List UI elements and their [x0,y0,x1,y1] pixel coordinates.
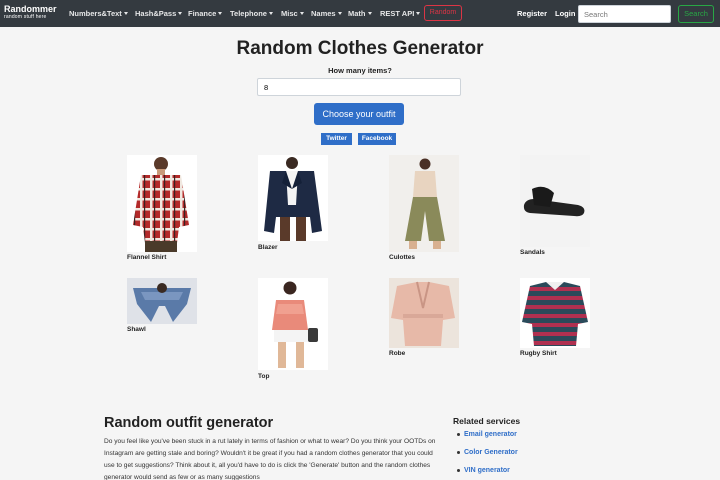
search-button[interactable]: Search [678,5,714,23]
sandals-image [520,155,590,247]
culottes-image [389,155,459,252]
article-body: Do you feel like you've been stuck in a … [104,438,436,480]
nav-misc[interactable]: Misc [281,9,304,18]
item-label: Robe [389,350,406,357]
item-label: Top [258,373,270,380]
item-label: Culottes [389,254,415,261]
register-link[interactable]: Register [517,9,547,18]
nav-finance[interactable]: Finance [188,9,222,18]
choose-outfit-button[interactable]: Choose your outfit [314,103,404,125]
item-label: Blazer [258,244,278,251]
navbar: Randommer random stuff here Numbers&Text… [0,0,720,27]
clothing-item: Rugby Shirt [520,278,600,363]
nav-telephone[interactable]: Telephone [230,9,273,18]
shawl-image [127,278,197,324]
item-label: Flannel Shirt [127,254,167,261]
nav-math[interactable]: Math [348,9,372,18]
clothing-item: Sandals [520,155,600,260]
blazer-image [258,155,328,241]
search-input[interactable] [578,5,671,23]
robe-image [389,278,459,348]
brand-name: Randommer [4,4,57,14]
item-label: Rugby Shirt [520,350,557,357]
clothing-item: Robe [389,278,469,363]
clothing-item: Flannel Shirt [127,155,207,265]
related-link-email-generator[interactable]: Email generator [457,431,517,438]
page-title: Random Clothes Generator [236,38,484,59]
clothing-item: Culottes [389,155,469,265]
brand-logo[interactable]: Randommer random stuff here [4,5,57,20]
flannel-shirt-image [127,155,197,252]
article-title: Random outfit generator [104,415,274,431]
item-label: Sandals [520,249,545,256]
related-link-vin-generator[interactable]: VIN generator [457,467,510,474]
nav-numbers-text[interactable]: Numbers&Text [69,9,128,18]
quantity-input[interactable] [257,78,461,96]
clothing-item: Shawl [127,278,207,338]
clothing-item: Blazer [258,155,338,255]
quantity-label: How many items? [328,66,392,75]
item-label: Shawl [127,326,146,333]
random-button[interactable]: Random [424,5,462,21]
clothing-item: Top [258,278,338,383]
brand-tagline: random stuff here [4,14,47,20]
top-image [258,278,328,370]
related-link-color-generator[interactable]: Color Generator [457,449,518,456]
facebook-share-button[interactable]: Facebook [358,133,396,145]
rugby-shirt-image [520,278,590,348]
twitter-share-button[interactable]: Twitter [321,133,352,145]
nav-hash-pass[interactable]: Hash&Pass [135,9,182,18]
nav-names[interactable]: Names [311,9,342,18]
login-link[interactable]: Login [555,9,575,18]
nav-rest-api[interactable]: REST API [380,9,420,18]
related-services-title: Related services [453,416,521,426]
